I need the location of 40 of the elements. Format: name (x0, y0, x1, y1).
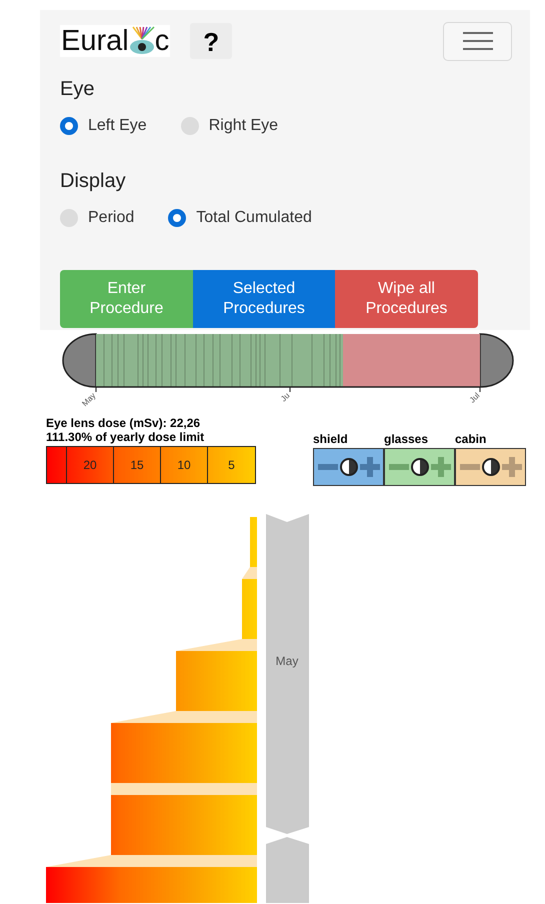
protection-label: cabin (455, 432, 488, 446)
tick-label: May (80, 391, 98, 408)
radio-option[interactable]: Period (60, 206, 134, 230)
action-button[interactable]: Wipe all Procedures (335, 270, 478, 328)
scale-cell: 10 (161, 447, 208, 483)
dose-limit: 111.30% of yearly dose limit (46, 430, 206, 444)
section-title: Eye (60, 77, 96, 102)
minus-icon[interactable] (318, 463, 338, 471)
protection-label: shield (313, 432, 349, 446)
dose-summary: Eye lens dose (mSv): 22,26 (46, 416, 202, 430)
radio-button[interactable] (180, 117, 199, 135)
half-circle-icon (410, 457, 430, 477)
plus-icon[interactable] (430, 457, 450, 477)
eye-logo-icon (128, 25, 155, 57)
scale-cell: 20 (67, 447, 114, 483)
tick-label: Ju (279, 391, 292, 404)
radio-option[interactable]: Total Cumulated (168, 206, 312, 230)
section-title: Display (60, 169, 127, 194)
menu-icon (462, 31, 492, 51)
radio-button[interactable] (168, 209, 186, 227)
tick-label: Jul (468, 391, 482, 405)
menu-button[interactable] (443, 22, 512, 60)
scale-cell: 15 (114, 447, 161, 483)
month-label: May (276, 654, 298, 668)
radio-button[interactable] (60, 117, 78, 135)
action-button[interactable]: Selected Procedures (193, 270, 335, 328)
radio-button[interactable] (60, 209, 78, 227)
plus-icon[interactable] (502, 457, 522, 477)
month-band (266, 837, 309, 903)
plus-icon[interactable] (360, 457, 380, 477)
help-button[interactable]: ? (190, 23, 232, 59)
logo: Eural c (60, 25, 170, 57)
scale-cell-text: 5 (227, 457, 236, 474)
minus-icon[interactable] (460, 463, 480, 471)
protection-label: glasses (384, 432, 430, 446)
half-circle-icon (480, 457, 500, 477)
radio-option[interactable]: Right Eye (180, 114, 278, 138)
half-circle-icon (338, 457, 358, 477)
minus-icon[interactable] (388, 463, 408, 471)
radio-option[interactable]: Left Eye (60, 114, 147, 138)
